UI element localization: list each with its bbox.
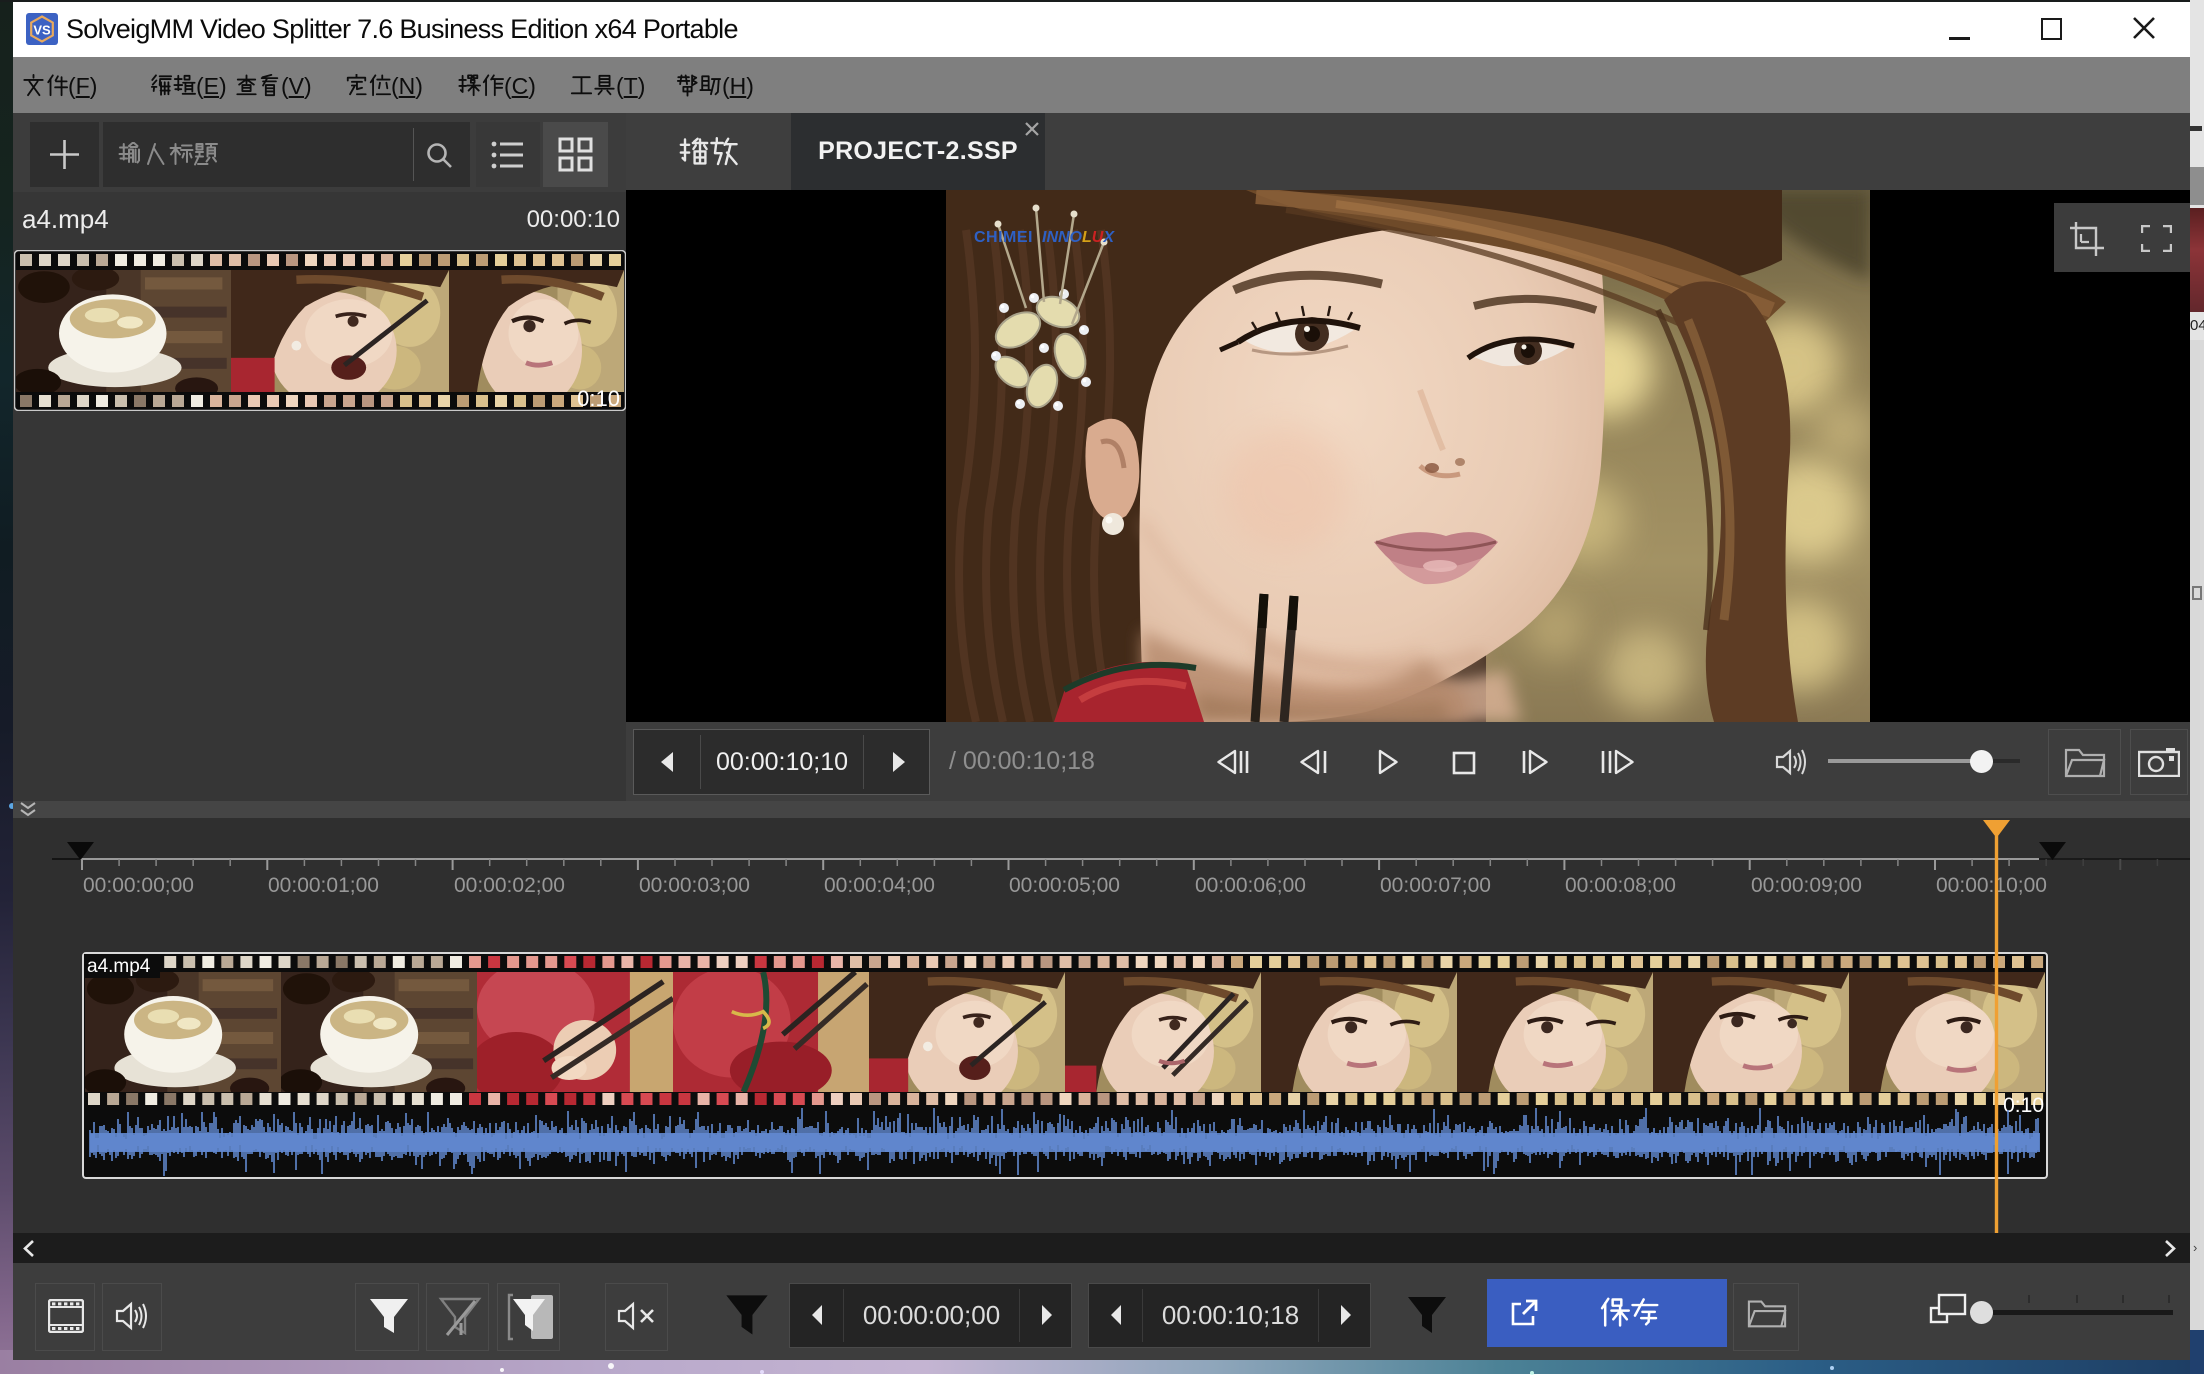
svg-text:a4.mp4: a4.mp4	[87, 956, 151, 977]
svg-text:00:00:02;00: 00:00:02;00	[454, 874, 565, 897]
svg-text:00:00:06;00: 00:00:06;00	[1195, 874, 1306, 897]
svg-text:00:00:09;00: 00:00:09;00	[1751, 874, 1862, 897]
svg-text:00:00:04;00: 00:00:04;00	[824, 874, 935, 897]
svg-text:0:10: 0:10	[577, 386, 620, 411]
svg-text:00:00:08;00: 00:00:08;00	[1565, 874, 1676, 897]
svg-text:CHIMEI: CHIMEI	[974, 229, 1033, 246]
svg-text:00:00:00;00: 00:00:00;00	[83, 874, 194, 897]
svg-text:00:00:01;00: 00:00:01;00	[268, 874, 379, 897]
svg-text:VS: VS	[33, 23, 51, 38]
svg-text:INNOLUX: INNOLUX	[1042, 229, 1115, 246]
svg-text:00:00:07;00: 00:00:07;00	[1380, 874, 1491, 897]
svg-text:00:00:03;00: 00:00:03;00	[639, 874, 750, 897]
svg-text:00:00:05;00: 00:00:05;00	[1009, 874, 1120, 897]
